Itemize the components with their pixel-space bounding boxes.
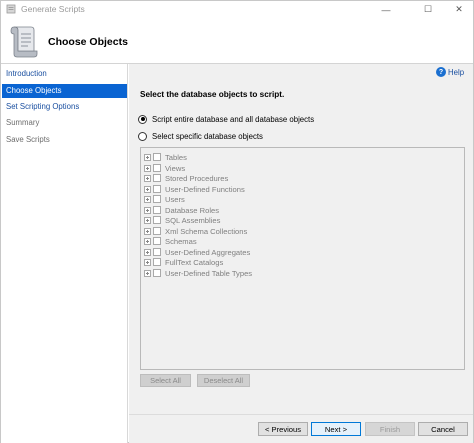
wizard-header: Choose Objects	[1, 18, 473, 64]
previous-button[interactable]: < Previous	[258, 422, 308, 436]
checkbox[interactable]	[153, 164, 161, 172]
tree-item-user-defined-table-types[interactable]: User-Defined Table Types	[144, 268, 252, 278]
expand-icon[interactable]	[144, 206, 151, 214]
tree-item-views[interactable]: Views	[144, 163, 185, 173]
checkbox[interactable]	[153, 174, 161, 182]
tree-item-xml-schema-collections[interactable]: Xml Schema Collections	[144, 226, 247, 236]
tree-item-database-roles[interactable]: Database Roles	[144, 205, 219, 215]
expand-icon[interactable]	[144, 174, 151, 182]
expand-icon[interactable]	[144, 227, 151, 235]
expand-icon[interactable]	[144, 153, 151, 161]
help-link[interactable]: ? Help	[436, 66, 464, 78]
checkbox[interactable]	[153, 258, 161, 266]
expand-icon[interactable]	[144, 237, 151, 245]
object-tree[interactable]: Tables Views Stored Procedures User-Defi…	[140, 147, 465, 370]
finish-button[interactable]: Finish	[365, 422, 415, 436]
expand-icon[interactable]	[144, 216, 151, 224]
tree-item-user-defined-aggregates[interactable]: User-Defined Aggregates	[144, 247, 250, 257]
next-button[interactable]: Next >	[311, 422, 361, 436]
instruction-text: Select the database objects to script.	[140, 90, 285, 99]
select-specific-objects-radio[interactable]	[138, 131, 147, 141]
window-title: Generate Scripts	[21, 4, 85, 14]
help-icon: ?	[436, 67, 446, 77]
generate-scripts-window: Generate Scripts — ☐ ✕ Choose Objects In…	[0, 0, 474, 443]
script-entire-database-radio[interactable]	[138, 114, 147, 124]
checkbox[interactable]	[153, 153, 161, 161]
select-specific-objects-option[interactable]: Select specific database objects	[138, 130, 263, 142]
select-specific-objects-label: Select specific database objects	[152, 131, 263, 141]
checkbox[interactable]	[153, 248, 161, 256]
tree-item-user-defined-functions[interactable]: User-Defined Functions	[144, 184, 245, 194]
tree-item-sql-assemblies[interactable]: SQL Assemblies	[144, 215, 220, 225]
maximize-button[interactable]: ☐	[413, 1, 443, 18]
expand-icon[interactable]	[144, 195, 151, 203]
nav-item-choose-objects[interactable]: Choose Objects	[2, 84, 127, 98]
footer-divider	[129, 414, 473, 415]
expand-icon[interactable]	[144, 164, 151, 172]
select-all-button[interactable]: Select All	[140, 374, 191, 387]
wizard-nav: Introduction Choose Objects Set Scriptin…	[1, 64, 128, 443]
tree-item-stored-procedures[interactable]: Stored Procedures	[144, 173, 228, 183]
help-label: Help	[448, 67, 465, 77]
checkbox[interactable]	[153, 185, 161, 193]
nav-item-set-scripting-options[interactable]: Set Scripting Options	[2, 100, 127, 114]
tree-item-fulltext-catalogs[interactable]: FullText Catalogs	[144, 257, 223, 267]
checkbox[interactable]	[153, 216, 161, 224]
page-title: Choose Objects	[48, 36, 128, 48]
nav-item-introduction[interactable]: Introduction	[2, 67, 127, 81]
expand-icon[interactable]	[144, 269, 151, 277]
expand-icon[interactable]	[144, 258, 151, 266]
checkbox[interactable]	[153, 269, 161, 277]
app-icon	[6, 4, 16, 14]
nav-item-save-scripts: Save Scripts	[6, 135, 50, 144]
expand-icon[interactable]	[144, 185, 151, 193]
title-bar: Generate Scripts — ☐ ✕	[1, 1, 473, 18]
script-entire-database-option[interactable]: Script entire database and all database …	[138, 113, 314, 125]
tree-item-tables[interactable]: Tables	[144, 152, 187, 162]
content-panel: ? Help Select the database objects to sc…	[129, 64, 473, 443]
script-scroll-icon	[7, 23, 39, 59]
checkbox[interactable]	[153, 195, 161, 203]
checkbox[interactable]	[153, 227, 161, 235]
close-button[interactable]: ✕	[444, 1, 474, 18]
tree-item-users[interactable]: Users	[144, 194, 185, 204]
checkbox[interactable]	[153, 206, 161, 214]
script-entire-database-label: Script entire database and all database …	[152, 114, 315, 124]
cancel-button[interactable]: Cancel	[418, 422, 468, 436]
minimize-button[interactable]: —	[371, 1, 401, 18]
tree-item-schemas[interactable]: Schemas	[144, 236, 197, 246]
nav-item-summary: Summary	[6, 118, 40, 127]
expand-icon[interactable]	[144, 248, 151, 256]
deselect-all-button[interactable]: Deselect All	[197, 374, 250, 387]
checkbox[interactable]	[153, 237, 161, 245]
